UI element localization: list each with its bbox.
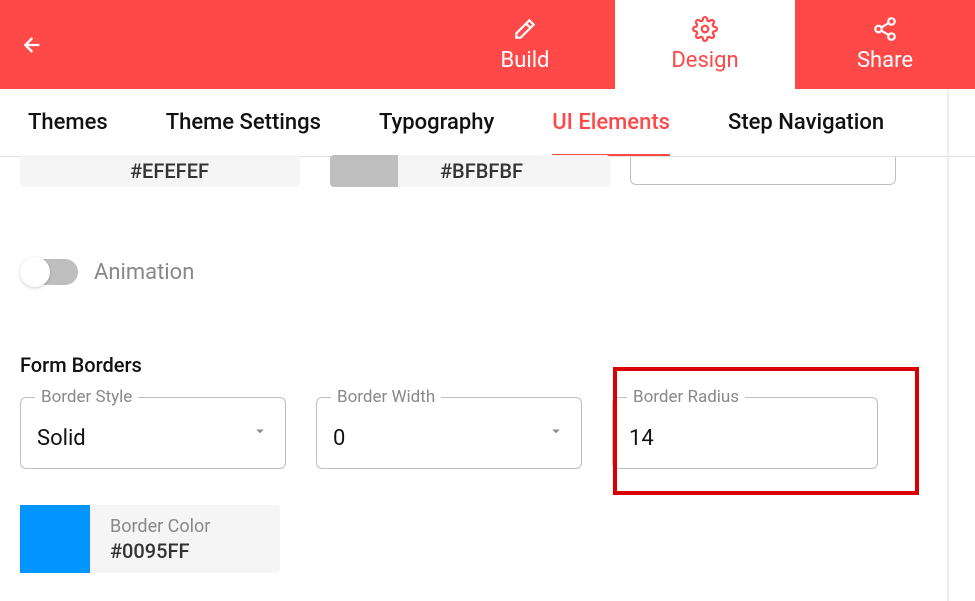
tab-share-label: Share [857, 48, 913, 73]
gear-icon [692, 16, 718, 42]
partial-field-bottom [630, 157, 896, 185]
back-button[interactable] [0, 0, 60, 89]
animation-toggle[interactable] [22, 259, 78, 285]
toggle-knob [20, 257, 50, 287]
border-style-select[interactable]: Border Style Solid [20, 397, 286, 469]
border-width-value: 0 [333, 426, 345, 451]
share-icon [872, 16, 898, 42]
border-style-value: Solid [37, 426, 86, 451]
color-chip-bfbfbf[interactable]: #BFBFBF [330, 155, 610, 187]
scrollbar-track[interactable] [947, 90, 949, 601]
form-borders-row: Border Style Solid Border Width 0 Border… [20, 397, 955, 469]
subnav-step-navigation[interactable]: Step Navigation [728, 90, 884, 155]
form-borders-title: Form Borders [20, 353, 955, 377]
edit-icon [512, 16, 538, 42]
border-color-row: Border Color #0095FF [20, 505, 955, 573]
chevron-down-icon [251, 422, 269, 444]
partial-color-row: #EFEFEF #BFBFBF [20, 157, 955, 187]
border-width-select[interactable]: Border Width 0 [316, 397, 582, 469]
color-swatch [20, 505, 90, 573]
subnav-ui-elements[interactable]: UI Elements [552, 90, 670, 155]
tab-share[interactable]: Share [795, 0, 975, 89]
topbar-spacer [60, 0, 435, 89]
subnav: Themes Theme Settings Typography UI Elem… [0, 89, 975, 157]
border-radius-input[interactable]: Border Radius 14 [612, 397, 878, 469]
tab-design-label: Design [671, 48, 738, 73]
border-radius-label: Border Radius [627, 387, 745, 407]
chevron-down-icon [547, 422, 565, 444]
subnav-themes[interactable]: Themes [28, 90, 108, 155]
border-color-label: Border Color [110, 516, 210, 537]
color-swatch [20, 155, 88, 187]
border-radius-value: 14 [629, 426, 654, 451]
color-chip-efefef[interactable]: #EFEFEF [20, 155, 300, 187]
tab-build-label: Build [501, 48, 550, 73]
animation-label: Animation [94, 260, 194, 285]
color-swatch [330, 155, 398, 187]
tab-build[interactable]: Build [435, 0, 615, 89]
top-bar: Build Design Share [0, 0, 975, 89]
animation-row: Animation [22, 259, 955, 285]
tab-design[interactable]: Design [615, 0, 795, 89]
subnav-theme-settings[interactable]: Theme Settings [166, 90, 321, 155]
content-area: #EFEFEF #BFBFBF Animation Form Borders B… [0, 157, 975, 593]
border-style-label: Border Style [35, 387, 138, 407]
color-hex-value: #EFEFEF [88, 159, 209, 183]
color-hex-value: #BFBFBF [398, 159, 523, 183]
border-color-value: #0095FF [110, 539, 210, 563]
back-arrow-icon [16, 31, 44, 59]
subnav-typography[interactable]: Typography [379, 90, 494, 155]
border-color-chip[interactable]: Border Color #0095FF [20, 505, 280, 573]
border-width-label: Border Width [331, 387, 441, 407]
